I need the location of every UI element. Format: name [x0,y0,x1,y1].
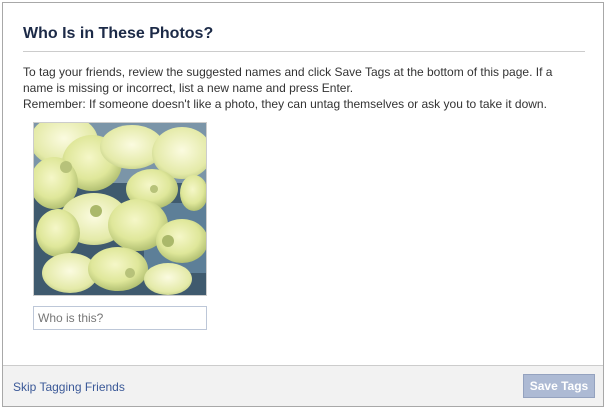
dialog-footer: Skip Tagging Friends Save Tags [3,365,603,406]
who-is-this-input[interactable] [33,306,207,330]
instructions: To tag your friends, review the suggeste… [23,64,583,112]
hydrangea-flower-image [34,123,206,295]
dialog-title: Who Is in These Photos? [23,25,214,42]
save-tags-button[interactable]: Save Tags [523,374,595,398]
tag-photos-dialog: Who Is in These Photos? To tag your frie… [2,2,604,407]
reminder-text: Remember: If someone doesn't like a phot… [23,97,547,111]
skip-tagging-link[interactable]: Skip Tagging Friends [13,380,125,394]
title-divider [23,51,585,52]
instructions-text: To tag your friends, review the suggeste… [23,65,553,95]
photo-thumbnail[interactable] [33,122,207,296]
